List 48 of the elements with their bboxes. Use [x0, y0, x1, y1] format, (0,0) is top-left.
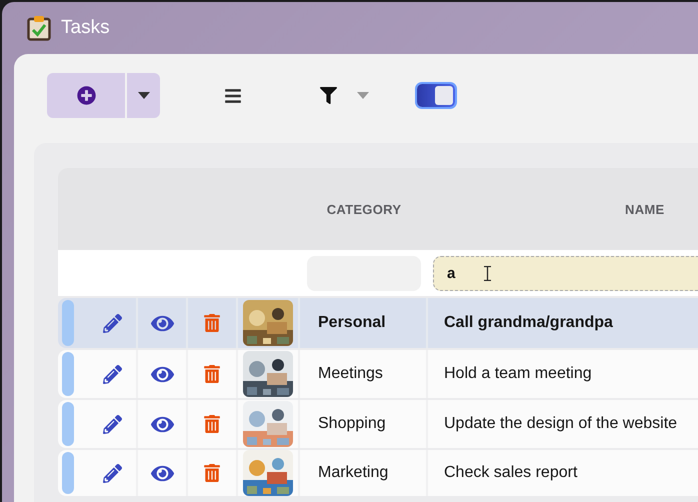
- table-cell: Check sales report: [444, 464, 578, 482]
- drag-handle[interactable]: [62, 300, 74, 346]
- table-cell: Hold a team meeting: [444, 365, 592, 383]
- filter-icon: [320, 87, 337, 104]
- table-row[interactable]: Meetings Hold a team meeting: [58, 350, 698, 398]
- window-title: Tasks: [61, 17, 110, 39]
- caret-icon: [138, 92, 150, 99]
- pencil-icon: [102, 414, 122, 434]
- drag-handle[interactable]: [62, 402, 74, 446]
- filter-button[interactable]: [320, 87, 369, 104]
- clipboard-check-icon: [27, 15, 51, 41]
- menu-button[interactable]: [224, 86, 242, 104]
- table-row[interactable]: Personal Call grandma/grandpa: [58, 298, 698, 348]
- column-header: NAME: [625, 202, 664, 216]
- trash-icon: [203, 314, 221, 332]
- trash-icon: [203, 365, 221, 383]
- drag-handle[interactable]: [62, 352, 74, 396]
- caret-icon: [357, 92, 369, 99]
- table-cell: Shopping: [318, 415, 386, 433]
- add-dropdown-button[interactable]: [127, 73, 160, 118]
- table-cell: Marketing: [318, 464, 388, 482]
- table-cell: Personal: [318, 314, 386, 332]
- pencil-icon: [102, 464, 122, 482]
- drag-handle[interactable]: [62, 452, 74, 494]
- edit-button[interactable]: [102, 364, 122, 384]
- delete-button[interactable]: [203, 464, 221, 482]
- table-cell: Call grandma/grandpa: [444, 314, 613, 332]
- pencil-icon: [102, 314, 122, 332]
- trash-icon: [203, 464, 221, 482]
- edit-button[interactable]: [102, 414, 122, 434]
- view-toggle[interactable]: [417, 84, 455, 107]
- text-cursor-icon: [484, 266, 491, 280]
- delete-button[interactable]: [203, 365, 221, 383]
- delete-button[interactable]: [203, 415, 221, 433]
- pencil-icon: [102, 364, 122, 384]
- column-header: CATEGORY: [326, 202, 402, 216]
- edit-button[interactable]: [102, 464, 122, 482]
- table-row[interactable]: Shopping Update the design of the website: [58, 400, 698, 448]
- plus-icon: [76, 86, 96, 105]
- delete-button[interactable]: [203, 314, 221, 332]
- add-button[interactable]: [47, 73, 125, 118]
- menu-icon: [224, 86, 242, 104]
- table-cell: Meetings: [318, 365, 383, 383]
- name-filter-field[interactable]: a: [433, 256, 698, 290]
- trash-icon: [203, 415, 221, 433]
- edit-button[interactable]: [102, 314, 122, 332]
- table-cell: Update the design of the website: [444, 415, 678, 433]
- table-row[interactable]: Marketing Check sales report: [58, 450, 698, 496]
